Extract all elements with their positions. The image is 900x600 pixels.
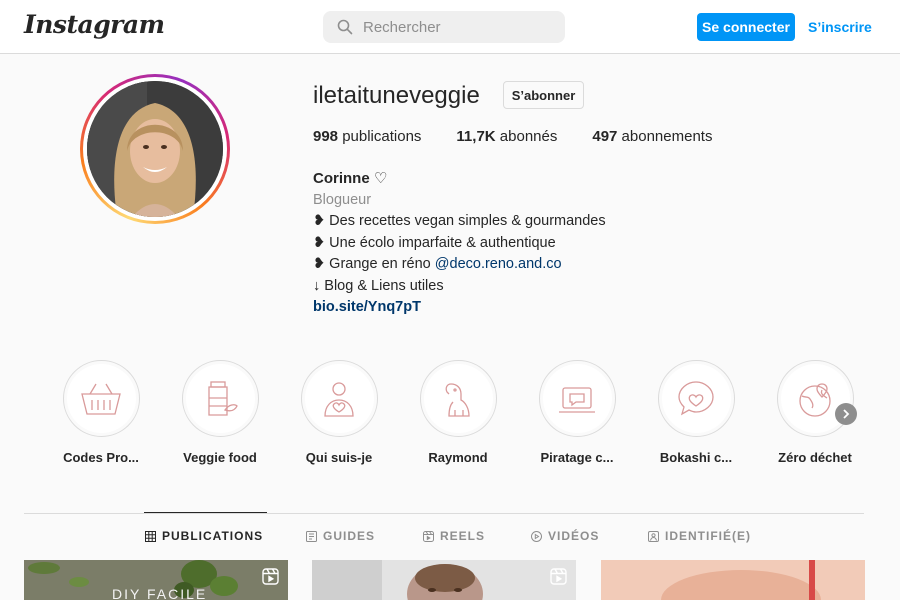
laptop-chat-icon	[559, 386, 595, 413]
jar-icon	[208, 380, 238, 416]
post-thumbnail[interactable]	[312, 560, 576, 600]
stat-publications: 998 publications	[313, 128, 422, 145]
bio-line: ❥ Une écolo imparfaite & authentique	[313, 234, 556, 251]
guide-icon	[306, 530, 317, 542]
bio-mention-link[interactable]: @deco.reno.and.co	[435, 256, 562, 272]
grid-icon	[145, 530, 156, 542]
highlights-next-button[interactable]	[835, 403, 857, 425]
top-navigation-bar: Instagram Se connecter S’inscrire	[0, 0, 900, 54]
bio-external-link[interactable]: bio.site/Ynq7pT	[313, 297, 606, 319]
profile-username: iletaituneveggie	[313, 82, 480, 109]
instagram-logo[interactable]: Instagram	[24, 10, 165, 39]
avatar	[87, 81, 223, 217]
profile-avatar-story-ring[interactable]	[80, 74, 230, 224]
post-image	[312, 560, 576, 600]
highlight-item[interactable]: Qui suis-je	[289, 360, 389, 465]
highlight-item[interactable]: Bokashi c...	[646, 360, 746, 465]
tabs-divider	[24, 513, 864, 514]
post-thumbnail[interactable]: DIY FACILE	[24, 560, 288, 600]
profile-bio: Corinne ♡ Blogueur ❥ Des recettes vegan …	[313, 168, 606, 319]
dog-icon	[445, 382, 470, 417]
reel-icon	[550, 568, 567, 585]
profile-full-name: Corinne ♡	[313, 170, 388, 187]
highlight-item[interactable]: Raymond	[408, 360, 508, 465]
bio-line: ❥ Des recettes vegan simples & gourmande…	[313, 213, 606, 229]
highlight-item[interactable]: Codes Pro...	[51, 360, 151, 465]
profile-category: Blogueur	[313, 191, 372, 208]
signup-link[interactable]: S’inscrire	[808, 19, 872, 35]
person-heart-icon	[324, 381, 354, 417]
basket-icon	[81, 383, 121, 415]
post-overlay-text: DIY FACILE	[112, 586, 208, 600]
post-thumbnail[interactable]	[601, 560, 865, 600]
story-highlights: Codes Pro... Veggie food Qui suis-je Ray…	[24, 360, 864, 470]
search-box[interactable]	[323, 11, 565, 43]
reels-icon	[423, 530, 434, 542]
tab-videos[interactable]: VIDÉOS	[531, 529, 599, 543]
bio-line: ❥ Grange en réno @deco.reno.and.co	[313, 256, 562, 272]
search-input[interactable]	[363, 18, 553, 36]
stat-followers[interactable]: 11,7K abonnés	[456, 128, 557, 145]
tab-tagged[interactable]: IDENTIFIÉ(E)	[648, 529, 751, 543]
bio-line: ↓ Blog & Liens utiles	[313, 277, 444, 294]
tag-icon	[648, 530, 659, 542]
follow-button[interactable]: S’abonner	[503, 81, 584, 109]
search-icon	[337, 19, 353, 35]
highlight-item[interactable]: Piratage c...	[527, 360, 627, 465]
globe-icon	[799, 382, 831, 417]
chevron-right-icon	[843, 409, 850, 419]
tab-publications[interactable]: PUBLICATIONS	[145, 529, 263, 543]
avatar-photo	[87, 81, 223, 217]
post-image	[601, 560, 865, 600]
reel-icon	[262, 568, 279, 585]
tab-reels[interactable]: REELS	[423, 529, 485, 543]
play-icon	[531, 530, 542, 542]
profile-stats: 998 publications 11,7K abonnés 497 abonn…	[313, 128, 747, 145]
tab-guides[interactable]: GUIDES	[306, 529, 375, 543]
active-tab-indicator	[144, 512, 267, 513]
heart-bubble-icon	[678, 380, 714, 415]
login-button[interactable]: Se connecter	[697, 13, 795, 41]
stat-following[interactable]: 497 abonnements	[592, 128, 712, 145]
highlight-item[interactable]: Veggie food	[170, 360, 270, 465]
